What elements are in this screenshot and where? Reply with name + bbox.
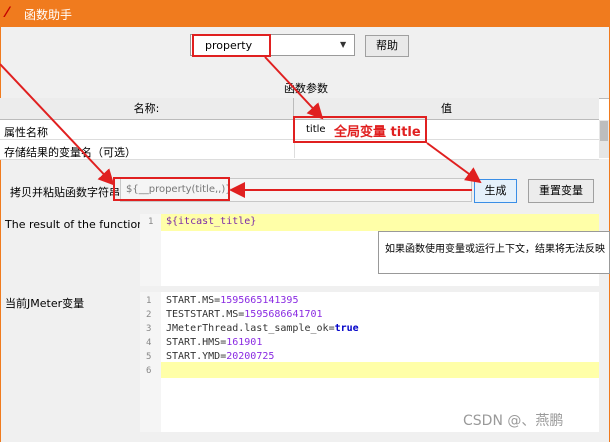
- arrow-to-value: [264, 56, 324, 120]
- watermark: CSDN @、燕鹏: [463, 413, 564, 429]
- arrow-to-copy-string: [0, 63, 115, 186]
- annotation-arrows: [0, 56, 482, 198]
- arrow-to-generate: [426, 142, 482, 184]
